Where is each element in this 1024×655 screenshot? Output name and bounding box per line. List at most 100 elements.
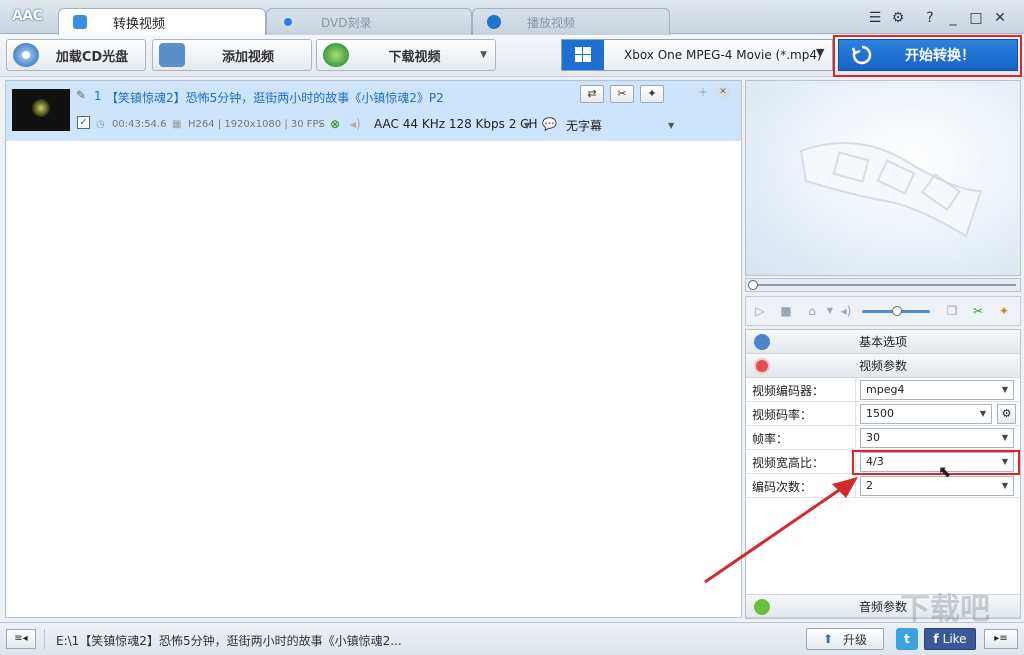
- section-label: 视频参数: [858, 359, 907, 373]
- tab-play-video[interactable]: 播放视频: [472, 8, 670, 35]
- panel-toggle-icon[interactable]: ▸≡: [984, 629, 1018, 649]
- film-icon: [754, 358, 770, 374]
- encoder-select[interactable]: mpeg4 ▼: [860, 380, 1014, 400]
- load-cd-label: 加载CD光盘: [55, 49, 129, 65]
- clock-icon: ◷: [96, 119, 105, 130]
- add-video-button[interactable]: 添加视频: [152, 39, 312, 71]
- pencil-icon[interactable]: ✎: [76, 88, 86, 102]
- preview-pane: [745, 80, 1021, 276]
- output-profile-select[interactable]: Xbox One MPEG-4 Movie (*.mp4) ▼: [561, 39, 833, 71]
- play-icon[interactable]: ▷: [752, 303, 768, 319]
- maximize-icon[interactable]: □: [967, 9, 985, 27]
- copy-icon[interactable]: ❐: [944, 303, 960, 319]
- volume-knob[interactable]: [892, 306, 902, 316]
- dropdown-arrow-icon: ▼: [1001, 433, 1008, 442]
- dropdown-arrow-icon[interactable]: ▼: [524, 121, 530, 130]
- speaker-icon: ◂): [350, 117, 361, 131]
- dropdown-arrow-icon[interactable]: ▼: [822, 303, 838, 319]
- camera-icon[interactable]: ⌂: [804, 303, 820, 319]
- like-label: Like: [942, 632, 967, 646]
- scissors-icon[interactable]: ✂: [970, 303, 986, 319]
- watermark: 下载吧: [900, 592, 990, 627]
- section-label: 基本选项: [858, 335, 907, 349]
- film-strip-illustration: [799, 142, 983, 238]
- swap-icon[interactable]: ⇄: [580, 85, 604, 103]
- section-basic-options[interactable]: 基本选项: [746, 330, 1020, 354]
- download-video-label: 下载视频: [388, 49, 441, 65]
- status-path: E:\1【笑镇惊魂2】恐怖5分钟，逛街两小时的故事《小镇惊魂2...: [56, 634, 402, 648]
- upgrade-label: 升级: [843, 632, 868, 647]
- aspect-highlight-box: [852, 450, 1020, 475]
- convert-icon: [73, 15, 87, 29]
- stop-icon[interactable]: ■: [778, 303, 794, 319]
- refresh-icon: [851, 44, 873, 66]
- start-convert-button[interactable]: 开始转换！: [838, 39, 1018, 71]
- select-value: 30: [866, 431, 880, 444]
- audio-track-select[interactable]: AAC 44 KHz 128 Kbps 2 CH: [374, 117, 538, 131]
- magic-wand-icon[interactable]: ✦: [996, 303, 1012, 319]
- param-row-bitrate: 视频码率： 1500 ▼ ⚙: [746, 402, 1020, 426]
- gear-icon[interactable]: ⚙: [889, 9, 907, 27]
- bitrate-select[interactable]: 1500 ▼: [860, 404, 992, 424]
- file-row[interactable]: ✎ 1 【笑镇惊魂2】恐怖5分钟，逛街两小时的故事《小镇惊魂2》P2 ⇄ ✂ ✦…: [6, 81, 741, 141]
- menu-icon[interactable]: ☰: [866, 9, 884, 27]
- player-controls: ▷ ■ ⌂ ▼ ◂) ❐ ✂ ✦: [745, 296, 1021, 326]
- app-logo: AAC: [12, 8, 43, 24]
- list-toggle-icon[interactable]: ≡◂: [6, 629, 36, 649]
- seek-track: [750, 284, 1016, 286]
- facebook-like-button[interactable]: f Like: [924, 628, 976, 650]
- passes-select[interactable]: 2 ▼: [860, 476, 1014, 496]
- param-label: 帧率：: [752, 432, 789, 446]
- subtitle-icon: 💬: [542, 117, 557, 131]
- file-index: 1: [94, 89, 102, 103]
- wrench-icon: [754, 334, 770, 350]
- param-label: 视频编码器：: [752, 384, 825, 398]
- scissors-icon[interactable]: ✂: [610, 85, 634, 103]
- video-thumbnail: [12, 89, 70, 131]
- seek-knob[interactable]: [748, 280, 758, 290]
- add-icon[interactable]: +: [698, 85, 708, 99]
- dropdown-arrow-icon[interactable]: ▼: [668, 121, 674, 130]
- globe-icon: [323, 43, 349, 67]
- gear-icon[interactable]: ⚙: [997, 404, 1016, 424]
- load-cd-button[interactable]: 加载CD光盘: [6, 39, 146, 71]
- file-checkbox[interactable]: ✓: [77, 116, 90, 129]
- seek-slider[interactable]: [745, 278, 1021, 292]
- duration: 00:43:54.6: [112, 119, 167, 130]
- divider: [44, 629, 45, 649]
- upgrade-button[interactable]: ⬆ 升级: [806, 628, 884, 650]
- select-value: 1500: [866, 407, 894, 420]
- disc-icon: [281, 15, 295, 29]
- framerate-select[interactable]: 30 ▼: [860, 428, 1014, 448]
- cursor-icon: ⬉: [938, 462, 952, 481]
- dropdown-arrow-icon: ▼: [480, 50, 487, 60]
- annotation-arrow: [704, 477, 858, 584]
- tab-label: 转换视频: [113, 16, 166, 32]
- param-label: 视频宽高比：: [752, 456, 825, 470]
- facebook-icon: f: [933, 632, 939, 646]
- minimize-icon[interactable]: _: [944, 9, 962, 27]
- tab-label: 播放视频: [527, 15, 576, 30]
- remove-icon[interactable]: ✕: [716, 85, 730, 99]
- dropdown-arrow-icon: ▼: [1001, 481, 1008, 490]
- tab-dvd-burn[interactable]: DVD刻录: [266, 8, 472, 35]
- tab-label: DVD刻录: [321, 15, 372, 30]
- tab-convert-video[interactable]: 转换视频: [58, 8, 266, 35]
- subtitle-select[interactable]: 无字幕: [566, 117, 602, 134]
- volume-icon[interactable]: ◂): [838, 303, 854, 319]
- help-icon[interactable]: ?: [921, 9, 939, 27]
- close-icon[interactable]: ✕: [991, 9, 1009, 27]
- upgrade-arrow-icon: ⬆: [822, 632, 834, 646]
- twitter-icon[interactable]: t: [896, 628, 918, 650]
- section-video-params[interactable]: 视频参数: [746, 354, 1020, 378]
- file-list[interactable]: ✎ 1 【笑镇惊魂2】恐怖5分钟，逛街两小时的故事《小镇惊魂2》P2 ⇄ ✂ ✦…: [5, 80, 742, 618]
- dropdown-arrow-icon: ▼: [979, 409, 986, 418]
- start-label: 开始转换！: [905, 48, 975, 64]
- windows-icon: [562, 40, 604, 70]
- file-title[interactable]: 【笑镇惊魂2】恐怖5分钟，逛街两小时的故事《小镇惊魂2》P2: [106, 89, 444, 106]
- magic-wand-icon[interactable]: ✦: [640, 85, 664, 103]
- download-video-button[interactable]: 下载视频 ▼: [316, 39, 496, 71]
- chevron-right-icon: ›: [318, 117, 323, 131]
- add-video-label: 添加视频: [221, 49, 274, 65]
- xbox-icon: ⊗: [330, 117, 341, 131]
